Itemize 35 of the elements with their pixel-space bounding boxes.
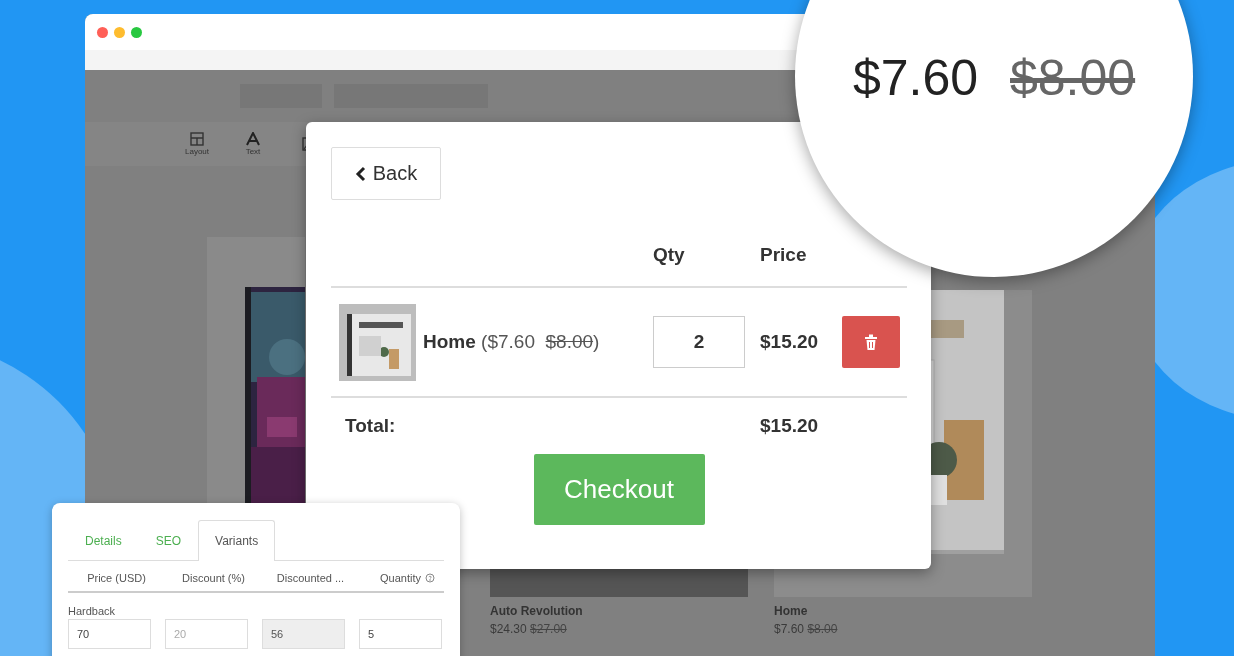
group-label: Hardback <box>68 605 117 617</box>
back-button[interactable]: Back <box>331 147 441 200</box>
column-header: Quantity <box>380 572 421 584</box>
total-value: $15.20 <box>760 415 820 437</box>
input-field: 56 <box>262 619 345 649</box>
input-field[interactable]: 70 <box>68 619 151 649</box>
product-price: $7.60 $8.00 <box>774 622 838 636</box>
column-header: Price <box>760 244 808 266</box>
product-price: $24.30 $27.00 <box>490 622 567 636</box>
column-header: Price (USD) <box>87 572 146 584</box>
window-control-dot[interactable] <box>97 26 108 38</box>
text-icon[interactable] <box>246 132 260 146</box>
tool-label: Text <box>245 147 261 156</box>
quantity-field[interactable]: 2 <box>653 316 745 368</box>
tab[interactable]: Variants <box>198 520 276 561</box>
window-control-dot[interactable] <box>131 26 142 38</box>
product-title: Auto Revolution <box>490 604 583 618</box>
help-icon[interactable] <box>425 573 435 583</box>
tool-label: Layout <box>185 147 209 156</box>
input-field[interactable]: 20 <box>165 619 248 649</box>
column-header: Qty <box>653 244 686 266</box>
trash-icon <box>863 333 879 351</box>
item-name: Home ($7.60 $8.00) <box>423 331 601 353</box>
column-header: Discount (%) <box>182 572 245 584</box>
window-control-dot[interactable] <box>114 26 125 38</box>
delete-button[interactable] <box>842 316 900 368</box>
total-label: Total: <box>344 415 397 437</box>
chevron-left-icon <box>354 165 367 182</box>
product-title: Home <box>774 604 808 618</box>
sale-price: $7.60 <box>852 49 978 107</box>
item-total: $15.20 <box>760 331 820 353</box>
original-price: $8.00 <box>1010 49 1136 107</box>
column-header: Discounted ... <box>276 572 345 584</box>
input-field[interactable]: 5 <box>359 619 442 649</box>
layout-icon[interactable] <box>190 132 204 146</box>
